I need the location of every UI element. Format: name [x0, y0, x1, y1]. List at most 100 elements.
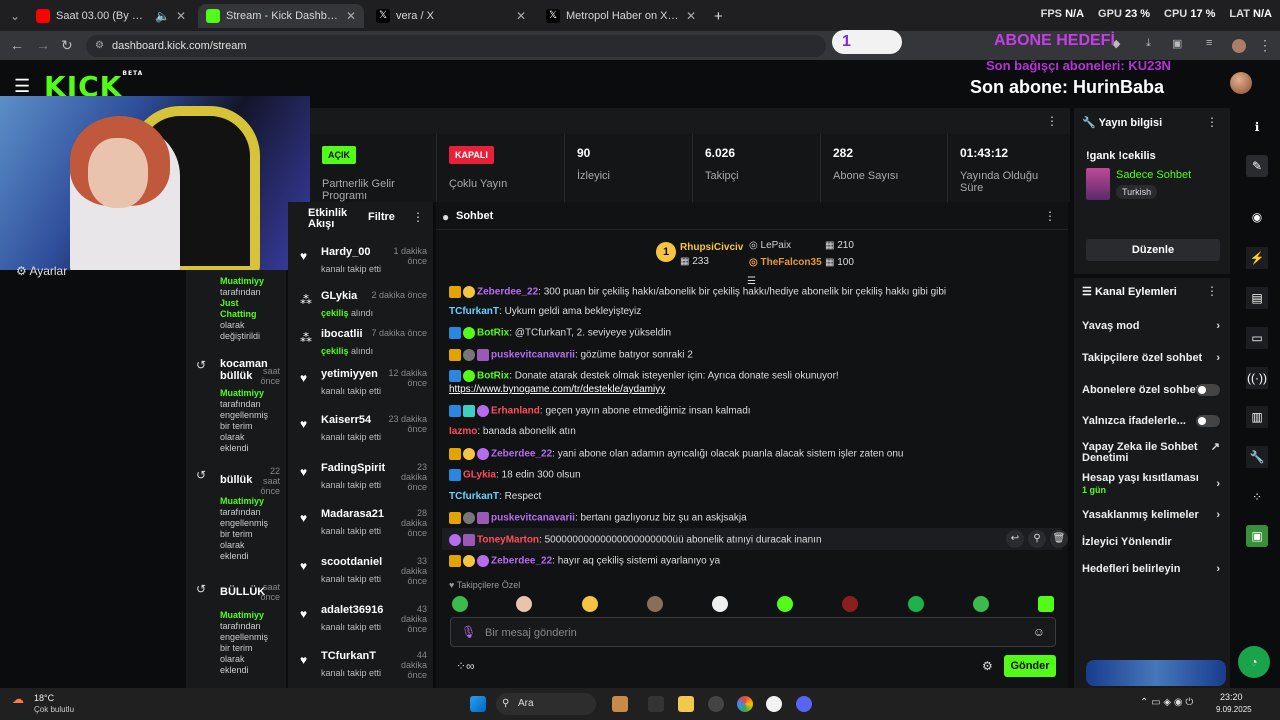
gift-badge-icon [477, 405, 489, 417]
action-raid-viewers[interactable]: İzleyici Yönlendir [1082, 536, 1224, 548]
reply-icon[interactable]: ↩ [1006, 530, 1024, 548]
chevron-right-icon: › [1216, 509, 1220, 521]
verified-icon [463, 370, 475, 382]
chat-icon[interactable]: ▭ [1246, 327, 1268, 349]
download-icon[interactable]: ⤓ [1146, 37, 1151, 50]
file-explorer-icon[interactable] [678, 696, 694, 712]
camera-icon[interactable]: ◉ [1246, 206, 1268, 228]
send-button[interactable]: Gönder [1004, 655, 1056, 677]
action-ai-moderation[interactable]: Yapay Zeka ile Sohbet Denetimi ↗ [1082, 442, 1220, 464]
subscribers-only-toggle[interactable] [1196, 384, 1220, 396]
edit-button[interactable]: Düzenle [1086, 239, 1220, 261]
menu-icon[interactable]: ⋮ [1258, 37, 1272, 54]
action-slow-mode[interactable]: Yavaş mod › [1082, 320, 1224, 332]
hamburger-menu-icon[interactable]: ☰ [14, 76, 30, 97]
emote-icon[interactable] [582, 596, 598, 612]
layout-icon[interactable]: ▥ [1246, 406, 1268, 428]
x-icon: 𝕏 [546, 9, 560, 23]
close-icon[interactable]: ✕ [516, 9, 526, 23]
tab-x-metropol[interactable]: 𝕏 Metropol Haber on X: "Bir kadın ne ✕ [538, 4, 704, 28]
tab-youtube[interactable]: Saat 03.00 (By Erhan Bayrak) 🔈 ✕ [28, 4, 194, 28]
stat-partner-program: AÇIK Partnerlik Gelir Programı [310, 134, 437, 202]
user-avatar[interactable] [1230, 72, 1252, 94]
more-options-icon[interactable]: ⋮ [412, 210, 424, 224]
filter-button[interactable]: Filtre [368, 211, 395, 223]
close-icon[interactable]: ✕ [686, 9, 696, 23]
mod-log-entry: ↺ büllük 22 saat önce Muatimiyy tarafınd… [196, 466, 280, 561]
new-tab-button[interactable]: + [706, 4, 728, 28]
edit-icon[interactable]: ✎ [1246, 155, 1268, 177]
reload-icon[interactable]: ↻ [61, 37, 73, 54]
support-chat-icon[interactable]: ◔ [1238, 646, 1270, 678]
url-input[interactable]: ⚙ dashboard.kick.com/stream [86, 35, 826, 57]
chat-message: Iazmo: banada abonelik atın [449, 426, 576, 437]
tab-list-button[interactable]: ⌄ [2, 4, 26, 28]
mute-icon[interactable]: 🔈 [155, 9, 170, 23]
emote-icon[interactable] [712, 596, 728, 612]
emoji-icon[interactable]: ☺ [1033, 625, 1045, 639]
emote-icon[interactable] [647, 596, 663, 612]
action-banned-words[interactable]: Yasaklanmış kelimeler › [1082, 509, 1224, 521]
profile-avatar[interactable] [1232, 39, 1246, 53]
more-options-icon[interactable]: ⋮ [1046, 114, 1058, 128]
heart-icon: ♥ [449, 580, 455, 590]
close-icon[interactable]: ✕ [176, 9, 186, 23]
emote-icon[interactable] [452, 596, 468, 612]
category-link[interactable]: Sadece Sohbet [1116, 169, 1191, 181]
chat-link[interactable]: https://www.bynogame.com/tr/destekle/ayd… [449, 384, 1049, 395]
forward-icon[interactable]: → [36, 37, 50, 53]
tab-x-vera[interactable]: 𝕏 vera / X ✕ [368, 4, 534, 28]
emote-icon[interactable] [516, 596, 532, 612]
discord-icon[interactable] [796, 696, 812, 712]
lightning-icon[interactable]: ⚡ [1246, 247, 1268, 269]
taskbar-search[interactable]: ⚲ Ara [496, 693, 596, 715]
activity-item: ♥ Madarasa21 28 dakika önce kanalı takip… [300, 508, 427, 538]
points-icon[interactable]: ⁘∞ [456, 659, 475, 673]
app-icon[interactable] [766, 696, 782, 712]
microphone-icon[interactable]: 🎙 [461, 625, 476, 639]
emote-icon[interactable] [973, 596, 989, 612]
emotes-only-toggle[interactable] [1196, 415, 1220, 427]
wrench-icon[interactable]: 🔧 [1246, 446, 1268, 468]
chat-message-input[interactable]: 🎙 Bir mesaj gönderin ☺ [450, 617, 1056, 647]
pin-icon[interactable]: ⚲ [1028, 530, 1046, 548]
obs-icon[interactable] [708, 696, 724, 712]
chat-message: Zeberdee_22: yani abone olan adamın ayrı… [449, 448, 1049, 460]
more-options-icon[interactable]: ⋮ [1206, 115, 1218, 129]
emote-icon[interactable] [777, 596, 793, 612]
emote-icon[interactable] [1038, 596, 1054, 612]
action-set-goals[interactable]: Hedefleri belirleyin › [1082, 563, 1224, 575]
start-icon[interactable] [470, 696, 486, 712]
emote-icon[interactable] [842, 596, 858, 612]
points-icon[interactable]: ⁘ [1246, 486, 1268, 508]
tab-kick-dashboard[interactable]: Stream - Kick Dashboard ✕ [198, 4, 364, 28]
emote-icon[interactable] [908, 596, 924, 612]
system-tray-icons[interactable]: ⌃ ▭ ◈ ◉ ⏻ [1140, 697, 1193, 708]
gift-badge-icon [463, 448, 475, 460]
tab-search-icon[interactable]: ≡ [1206, 37, 1212, 49]
sidebar-item-settings[interactable]: ⚙ Ayarlar [16, 264, 67, 278]
task-view-icon[interactable] [648, 696, 664, 712]
chat-message: Erhanland: geçen yayın abone etmediğimiz… [449, 405, 1049, 417]
more-options-icon[interactable]: ⋮ [1044, 209, 1056, 223]
back-icon[interactable]: ← [10, 37, 24, 53]
bot-badge-icon [449, 405, 461, 417]
document-icon[interactable]: ▤ [1246, 287, 1268, 309]
more-options-icon[interactable]: ⋮ [1206, 284, 1218, 298]
action-followers-only-chat[interactable]: Takipçilere özel sohbet › [1082, 352, 1224, 364]
chrome-icon[interactable] [737, 696, 753, 712]
action-account-age[interactable]: Hesap yaşı kısıtlaması › 1 gün [1082, 472, 1224, 496]
rank-1-badge: 1 [656, 242, 676, 262]
wrench-icon: 🔧 [1082, 117, 1096, 129]
site-info-icon[interactable]: ⚙ [95, 35, 104, 57]
delete-icon[interactable]: 🗑 [1050, 530, 1068, 548]
broadcast-icon[interactable]: ((·)) [1246, 367, 1268, 389]
close-icon[interactable]: ✕ [346, 9, 356, 23]
puzzle-icon[interactable]: ▣ [1172, 37, 1182, 50]
gear-icon[interactable]: ⚙ [982, 659, 993, 673]
app-icon[interactable] [612, 696, 628, 712]
medal-icon: ◎ [749, 240, 758, 251]
app-icon[interactable]: ▣ [1246, 525, 1268, 547]
sub-badge-icon [449, 448, 461, 460]
info-icon[interactable]: ℹ [1246, 116, 1268, 138]
